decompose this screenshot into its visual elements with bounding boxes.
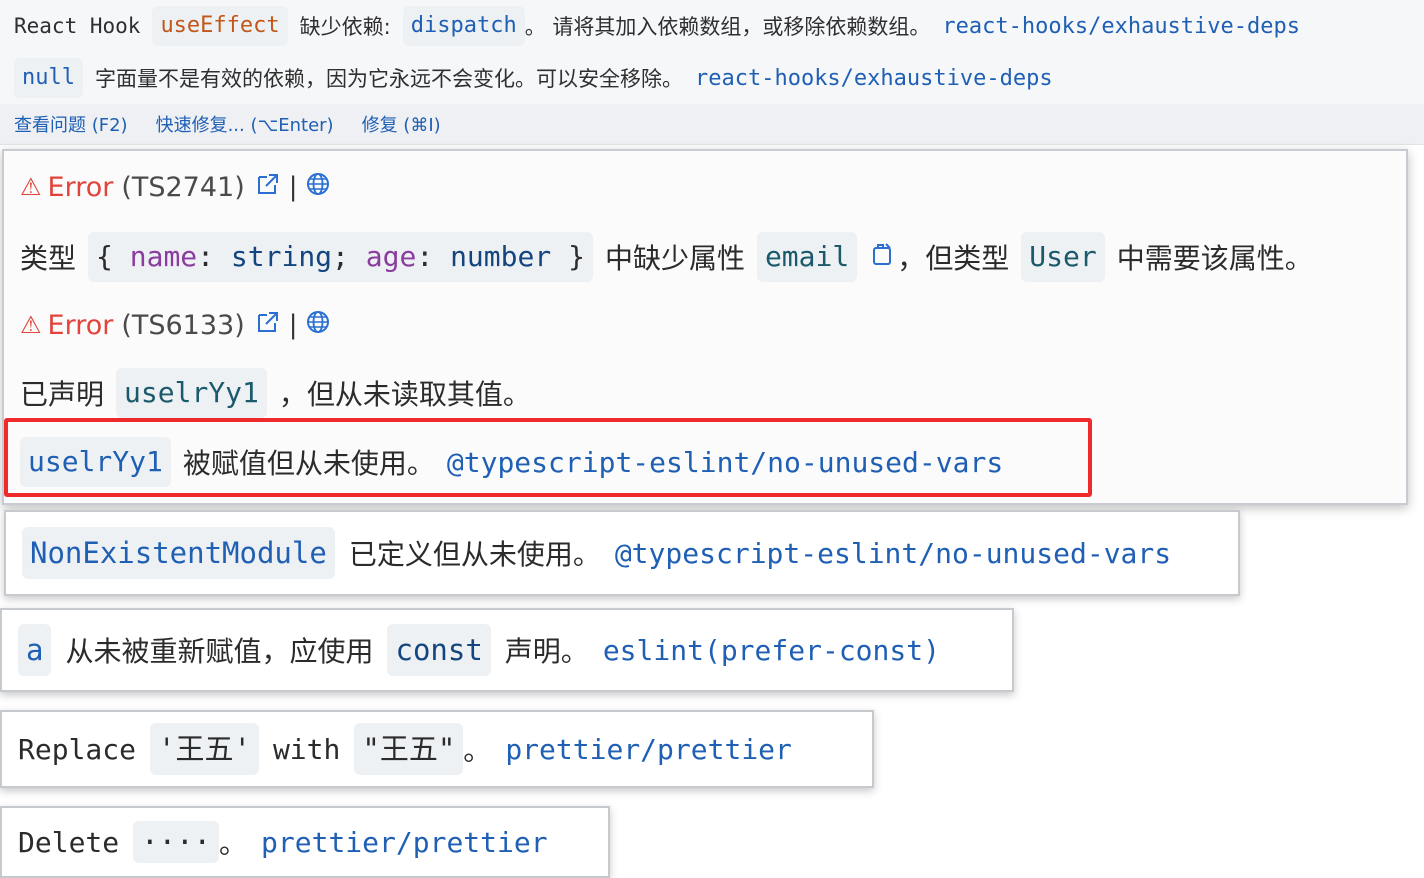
rule-link-prefer-const[interactable]: eslint(prefer-const) xyxy=(603,634,940,667)
rule-link-no-unused-vars[interactable]: @typescript-eslint/no-unused-vars xyxy=(615,537,1171,570)
msg-end: ，但从未读取其值。 xyxy=(278,378,531,411)
warning-icon: ⚠ xyxy=(20,311,42,339)
problem-text: 字面量不是有效的依赖，因为它永远不会变化。可以安全移除。 xyxy=(94,67,683,91)
period: 。 xyxy=(463,734,492,767)
problem-panel-non-existent-module: NonExistentModule 已定义但从未使用。 @typescript-… xyxy=(4,510,1240,596)
error-header-ts6133: ⚠ Error (TS6133) | xyxy=(20,305,330,345)
type-number: number xyxy=(450,240,552,273)
hover-problems-top: React Hook useEffect 缺少依赖: dispatch 。 请将… xyxy=(0,0,1424,145)
colon-2: : xyxy=(416,240,434,273)
error-message-ts6133: 已声明 uselrYy1 ，但从未读取其值。 xyxy=(20,367,531,419)
period: 。 xyxy=(219,827,248,860)
error-code: (TS2741) xyxy=(121,171,245,203)
problem-row-null-literal: null 字面量不是有效的依赖，因为它永远不会变化。可以安全移除。 react-… xyxy=(14,56,1053,100)
type-literal-chip: { name: string; age: number } xyxy=(88,232,593,282)
delete-word: Delete xyxy=(18,825,120,859)
msg-mid-2: ，但类型 xyxy=(897,242,1010,275)
quick-fix-link[interactable]: 快速修复... (⌥Enter) xyxy=(156,111,334,137)
var-chip: NonExistentModule xyxy=(22,527,335,579)
problem-panel-prettier-replace: Replace '王五' with "王五" 。 prettier/pretti… xyxy=(0,710,874,788)
var-chip: a xyxy=(18,624,52,676)
hook-name-chip: useEffect xyxy=(152,6,288,46)
problem-text: 缺少依赖: xyxy=(299,15,391,39)
replace-word: Replace xyxy=(18,732,137,766)
type-user-chip: User xyxy=(1021,232,1105,282)
separator: | xyxy=(288,310,298,340)
hover-actions: 查看问题 (F2) 快速修复... (⌥Enter) 修复 (⌘I) xyxy=(14,108,441,140)
problem-text: 从未被重新赋值，应使用 xyxy=(65,635,374,668)
fix-link[interactable]: 修复 (⌘I) xyxy=(362,111,441,137)
problem-panel-prefer-const: a 从未被重新赋值，应使用 const 声明。 eslint(prefer-co… xyxy=(0,608,1014,692)
view-problem-link[interactable]: 查看问题 (F2) xyxy=(14,111,128,137)
msg-prefix: 类型 xyxy=(20,242,77,275)
globe-icon[interactable] xyxy=(306,310,330,340)
external-link-icon[interactable] xyxy=(255,309,281,342)
error-label: Error xyxy=(47,171,114,203)
problem-panel-prettier-delete: Delete ···· 。 prettier/prettier xyxy=(0,806,610,878)
problem-text-2: 声明。 xyxy=(504,635,589,668)
with-word: with xyxy=(272,732,341,766)
colon: : xyxy=(197,240,215,273)
semicolon: ; xyxy=(332,240,349,273)
warning-icon: ⚠ xyxy=(20,173,42,201)
separator: | xyxy=(288,172,298,202)
rule-link-prettier[interactable]: prettier/prettier xyxy=(261,826,548,859)
delete-chip: ···· xyxy=(133,821,219,863)
rule-link-prettier[interactable]: prettier/prettier xyxy=(505,733,792,766)
msg-prefix: 已声明 xyxy=(20,378,105,411)
msg-mid: 中缺少属性 xyxy=(604,242,745,275)
prop-name: name xyxy=(129,240,198,273)
from-chip: '王五' xyxy=(150,723,259,775)
problem-text-2: 。 请将其加入依赖数组，或移除依赖数组。 xyxy=(524,15,931,39)
to-chip: "王五" xyxy=(354,723,464,775)
error-message-ts2741: 类型 { name: string; age: number } 中缺少属性 e… xyxy=(20,231,1313,283)
var-chip: uselrYy1 xyxy=(116,368,267,418)
rule-link-exhaustive-deps[interactable]: react-hooks/exhaustive-deps xyxy=(942,14,1300,39)
problem-text: 已定义但从未使用。 xyxy=(348,538,601,571)
rule-link-exhaustive-deps-2[interactable]: react-hooks/exhaustive-deps xyxy=(695,66,1053,91)
type-string: string xyxy=(230,240,333,273)
error-header-ts2741: ⚠ Error (TS2741) | xyxy=(20,167,330,207)
highlight-box xyxy=(4,418,1092,497)
error-label: Error xyxy=(47,309,114,341)
brace-close: } xyxy=(568,240,585,273)
msg-end: 中需要该属性。 xyxy=(1116,242,1313,275)
prop-age: age xyxy=(365,240,417,273)
globe-icon[interactable] xyxy=(306,172,330,202)
prop-email-chip: email xyxy=(756,232,858,282)
null-chip: null xyxy=(14,58,83,98)
error-code: (TS6133) xyxy=(121,309,245,341)
problem-row-react-hook: React Hook useEffect 缺少依赖: dispatch 。 请将… xyxy=(14,4,1300,48)
problem-prefix: React Hook xyxy=(14,14,141,38)
external-link-icon[interactable] xyxy=(255,171,281,204)
dependency-chip: dispatch xyxy=(402,6,525,46)
brace-open: { xyxy=(96,240,113,273)
keyword-chip: const xyxy=(387,624,491,676)
copy-icon[interactable] xyxy=(869,240,897,275)
